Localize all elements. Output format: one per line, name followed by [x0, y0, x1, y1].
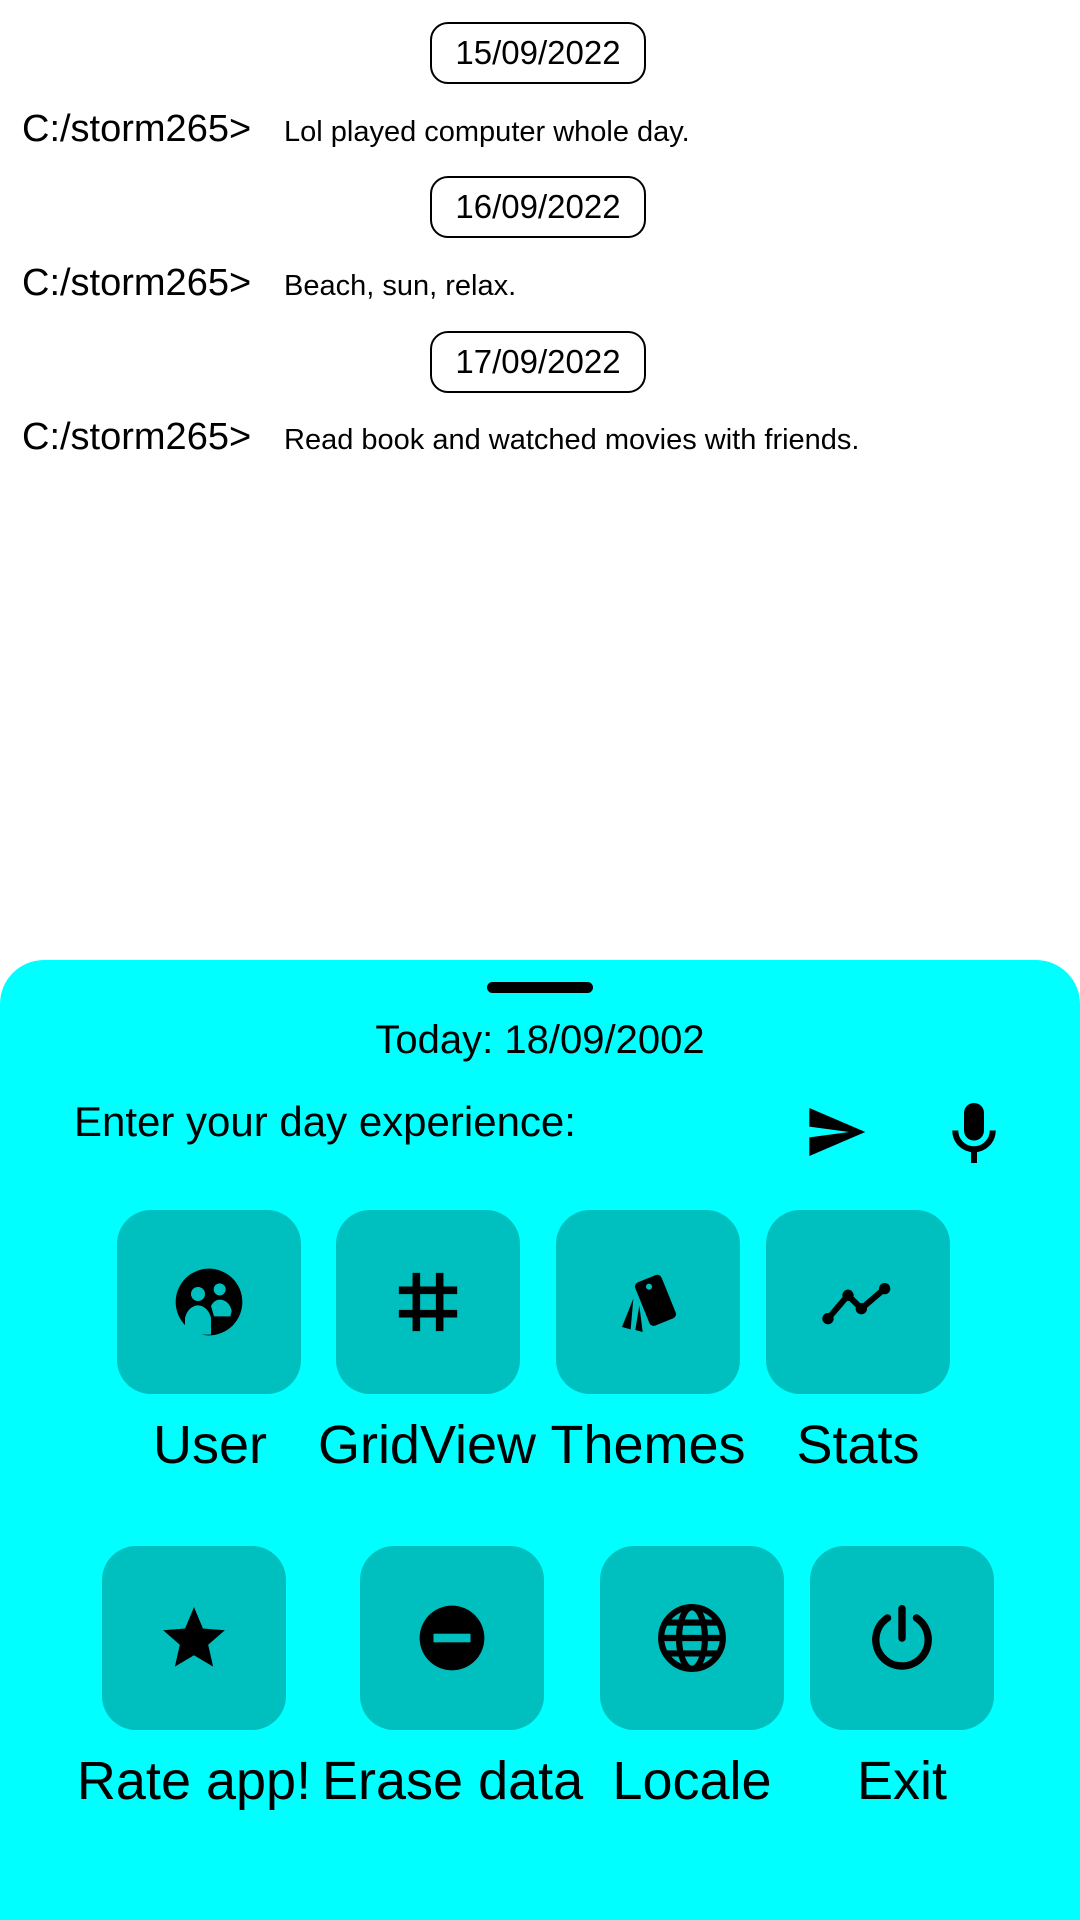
themes-button[interactable]: [556, 1210, 740, 1394]
grid-icon: [398, 1272, 458, 1332]
entry-text: Read book and watched movies with friend…: [284, 424, 860, 456]
stats-label: Stats: [796, 1415, 920, 1475]
send-button[interactable]: [804, 1100, 868, 1164]
entry-date-badge: 17/09/2022: [430, 331, 646, 393]
entry-prompt: C:/storm265>: [22, 108, 252, 150]
entry-text: Beach, sun, relax.: [284, 270, 517, 302]
entry-date-badge: 16/09/2022: [430, 176, 646, 238]
journal-entry: C:/storm265> Beach, sun, relax.: [22, 262, 516, 305]
journal-entry: C:/storm265> Read book and watched movie…: [22, 416, 859, 459]
user-button[interactable]: [117, 1210, 301, 1394]
today-date: Today: 18/09/2002: [0, 1018, 1080, 1063]
exit-label: Exit: [856, 1751, 948, 1811]
today-date-value: 18/09/2002: [504, 1018, 705, 1062]
journal-entry: C:/storm265> Lol played computer whole d…: [22, 108, 690, 151]
globe-icon: [658, 1604, 726, 1672]
remove-circle-icon: [419, 1605, 485, 1671]
erase-data-button[interactable]: [360, 1546, 544, 1730]
today-label: Today:: [375, 1018, 494, 1062]
stats-button[interactable]: [766, 1210, 950, 1394]
day-experience-input[interactable]: Enter your day experience:: [74, 1098, 576, 1146]
entry-date-badge: 15/09/2022: [430, 22, 646, 84]
app-screen: 15/09/2022 C:/storm265> Lol played compu…: [0, 0, 1080, 1920]
line-chart-icon: [822, 1283, 891, 1325]
entry-text: Lol played computer whole day.: [284, 116, 690, 148]
rate-app-button[interactable]: [102, 1546, 286, 1730]
cards-icon: [622, 1274, 676, 1332]
star-icon: [163, 1607, 225, 1667]
exit-button[interactable]: [810, 1546, 994, 1730]
bottom-sheet: Today: 18/09/2002 Enter your day experie…: [0, 960, 1080, 1920]
send-icon: [809, 1108, 866, 1156]
microphone-button[interactable]: [948, 1098, 1000, 1168]
locale-button[interactable]: [600, 1546, 784, 1730]
rate-app-label: Rate app!: [76, 1751, 312, 1811]
gridview-button[interactable]: [336, 1210, 520, 1394]
erase-data-label: Erase data: [322, 1751, 584, 1811]
power-icon: [872, 1605, 932, 1670]
drag-handle[interactable]: [487, 982, 593, 993]
user-group-icon: [175, 1268, 243, 1336]
entry-prompt: C:/storm265>: [22, 416, 252, 458]
microphone-icon: [952, 1103, 996, 1163]
entry-prompt: C:/storm265>: [22, 262, 252, 304]
